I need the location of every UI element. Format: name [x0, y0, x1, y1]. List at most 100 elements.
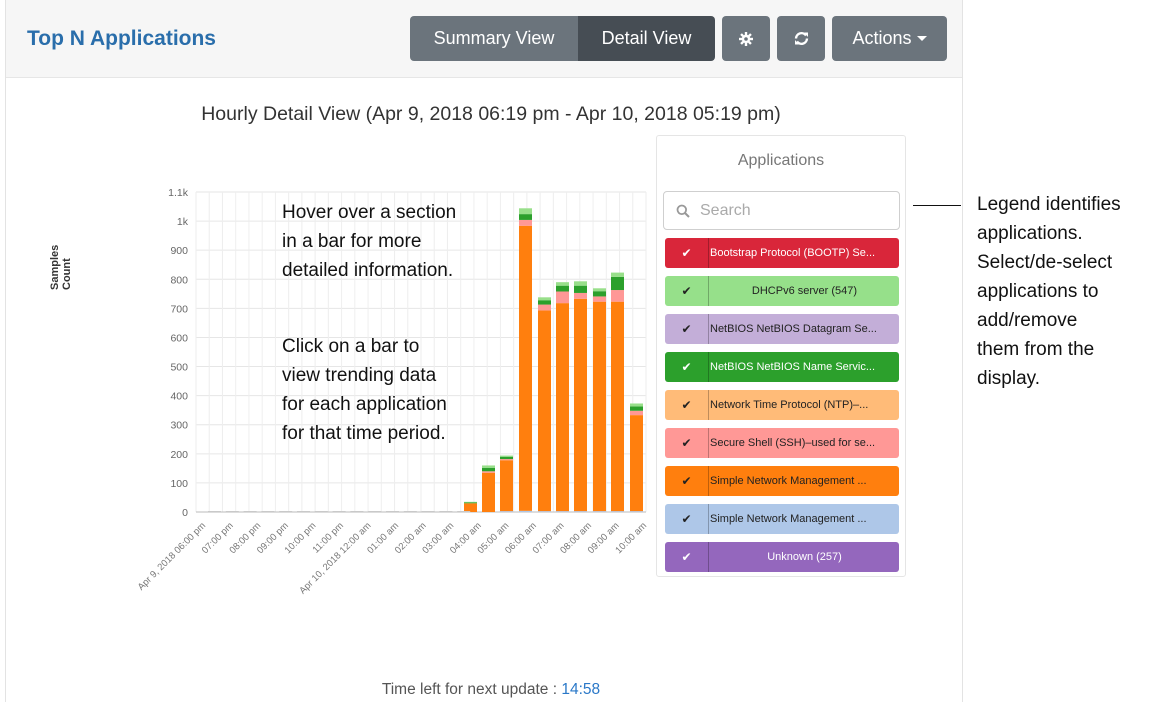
bar-segment	[611, 290, 624, 302]
bar-zero	[297, 511, 310, 512]
note-line: them from the	[977, 339, 1095, 360]
bar-zero	[208, 511, 221, 512]
legend-item[interactable]: ✔ DHCPv6 server (547)	[665, 276, 899, 306]
bar-segment	[611, 272, 624, 277]
bar-segment	[482, 467, 495, 472]
bar-segment	[556, 511, 569, 512]
check-icon: ✔	[665, 238, 709, 268]
bar-segment	[574, 511, 587, 512]
y-tick-label: 1k	[177, 216, 189, 228]
annotation-line: Click on a bar to	[282, 336, 420, 357]
bar-segment	[611, 276, 624, 291]
legend-item[interactable]: ✔ Secure Shell (SSH)–used for se...	[665, 428, 899, 458]
legend-item-label: Bootstrap Protocol (BOOTP) Se...	[710, 247, 876, 259]
legend-search-input[interactable]: Search	[663, 191, 900, 230]
check-icon: ✔	[665, 466, 709, 496]
legend-item[interactable]: ✔ Network Time Protocol (NTP)–...	[665, 390, 899, 420]
bar-segment	[556, 285, 569, 292]
legend-item[interactable]: ✔ Unknown (257)	[665, 542, 899, 572]
top-n-applications-panel: Top N Applications Summary View Detail V…	[5, 0, 963, 702]
bar-segment	[464, 503, 477, 512]
update-footer: Time left for next update : 14:58	[6, 681, 976, 699]
bar-segment	[500, 459, 513, 461]
bar-segment	[464, 502, 477, 504]
click-annotation: Click on a bar to view trending data for…	[282, 332, 447, 448]
bar-segment	[538, 511, 551, 512]
bar-zero	[243, 511, 257, 512]
y-tick-label: 800	[170, 274, 188, 286]
note-line: applications.	[977, 223, 1083, 244]
y-tick-label: 400	[170, 391, 188, 403]
bar-segment	[593, 301, 606, 512]
legend-title: Applications	[737, 152, 825, 169]
legend-item-label: Simple Network Management ...	[710, 513, 867, 525]
bar-segment	[538, 310, 551, 512]
bar-segment	[593, 511, 606, 512]
annotation-line: view trending data	[282, 365, 437, 386]
legend-item[interactable]: ✔ Bootstrap Protocol (BOOTP) Se...	[665, 238, 899, 268]
y-tick-label: 1.1k	[168, 187, 189, 199]
legend-item[interactable]: ✔ NetBIOS NetBIOS Datagram Se...	[665, 314, 899, 344]
bar-segment	[519, 208, 532, 215]
search-placeholder: Search	[700, 202, 751, 219]
legend-item[interactable]: ✔ Simple Network Management ...	[665, 466, 899, 496]
footer-countdown: 14:58	[561, 681, 601, 698]
bar-segment	[538, 297, 551, 301]
note-line: Select/de-select	[977, 252, 1113, 273]
bar-zero	[350, 511, 364, 512]
legend-item-label: Unknown (257)	[767, 551, 842, 563]
bar-segment	[500, 455, 513, 457]
annotation-line: detailed information.	[282, 260, 454, 281]
y-tick-label: 600	[170, 332, 188, 344]
bar-segment	[500, 511, 513, 512]
bar-zero	[225, 511, 239, 512]
bar-segment	[574, 292, 587, 299]
bar-segment	[593, 296, 606, 302]
bar-segment	[519, 214, 532, 220]
y-tick-label: 200	[170, 449, 188, 461]
bar-zero	[457, 511, 471, 512]
bar-zero	[386, 511, 399, 512]
bar-segment	[630, 403, 643, 407]
legend-item-label: DHCPv6 server (547)	[751, 285, 858, 297]
check-icon: ✔	[665, 314, 709, 344]
bar-segment	[538, 300, 551, 305]
legend-side-note: Legend identifies applications. Select/d…	[977, 190, 1167, 393]
applications-legend: Applications Search ✔ Bootstrap Protocol …	[656, 135, 906, 577]
hover-annotation: Hover over a section in a bar for more d…	[282, 198, 456, 285]
bar-segment	[574, 281, 587, 286]
x-tick-label: Apr 9, 2018 06:00 pm	[136, 520, 208, 592]
annotation-line: for each application	[282, 394, 447, 415]
bar-segment	[556, 291, 569, 304]
bar-segment	[519, 225, 532, 511]
legend-item[interactable]: ✔ Simple Network Management ...	[665, 504, 899, 534]
y-tick-label: 0	[182, 507, 188, 519]
legend-item-label: Secure Shell (SSH)–used for se...	[710, 437, 876, 449]
bar-segment	[482, 465, 495, 468]
bar-segment	[500, 456, 513, 460]
annotation-line: in a bar for more	[282, 231, 422, 252]
legend-connector-line	[913, 205, 961, 206]
bar-zero	[403, 511, 417, 512]
bar-zero	[332, 511, 346, 512]
annotation-line: Hover over a section	[282, 202, 457, 223]
bar-segment	[630, 406, 643, 411]
bar-segment	[556, 282, 569, 286]
legend-item[interactable]: ✔ NetBIOS NetBIOS Name Servic...	[665, 352, 899, 382]
note-line: add/remove	[977, 310, 1078, 331]
search-icon	[676, 204, 690, 218]
bar-segment	[574, 298, 587, 512]
bar-segment	[630, 511, 643, 512]
note-line: applications to	[977, 281, 1099, 302]
y-tick-label: 700	[170, 303, 188, 315]
y-tick-label: 900	[170, 245, 188, 257]
bar-zero	[421, 511, 435, 512]
footer-label: Time left for next update :	[381, 681, 558, 698]
check-icon: ✔	[665, 352, 709, 382]
legend-item-label: Network Time Protocol (NTP)–...	[710, 399, 869, 411]
bar-segment	[464, 501, 477, 503]
check-icon: ✔	[665, 542, 709, 572]
bar-segment	[519, 510, 532, 512]
bar-segment	[611, 301, 624, 512]
y-tick-label: 500	[170, 362, 188, 374]
